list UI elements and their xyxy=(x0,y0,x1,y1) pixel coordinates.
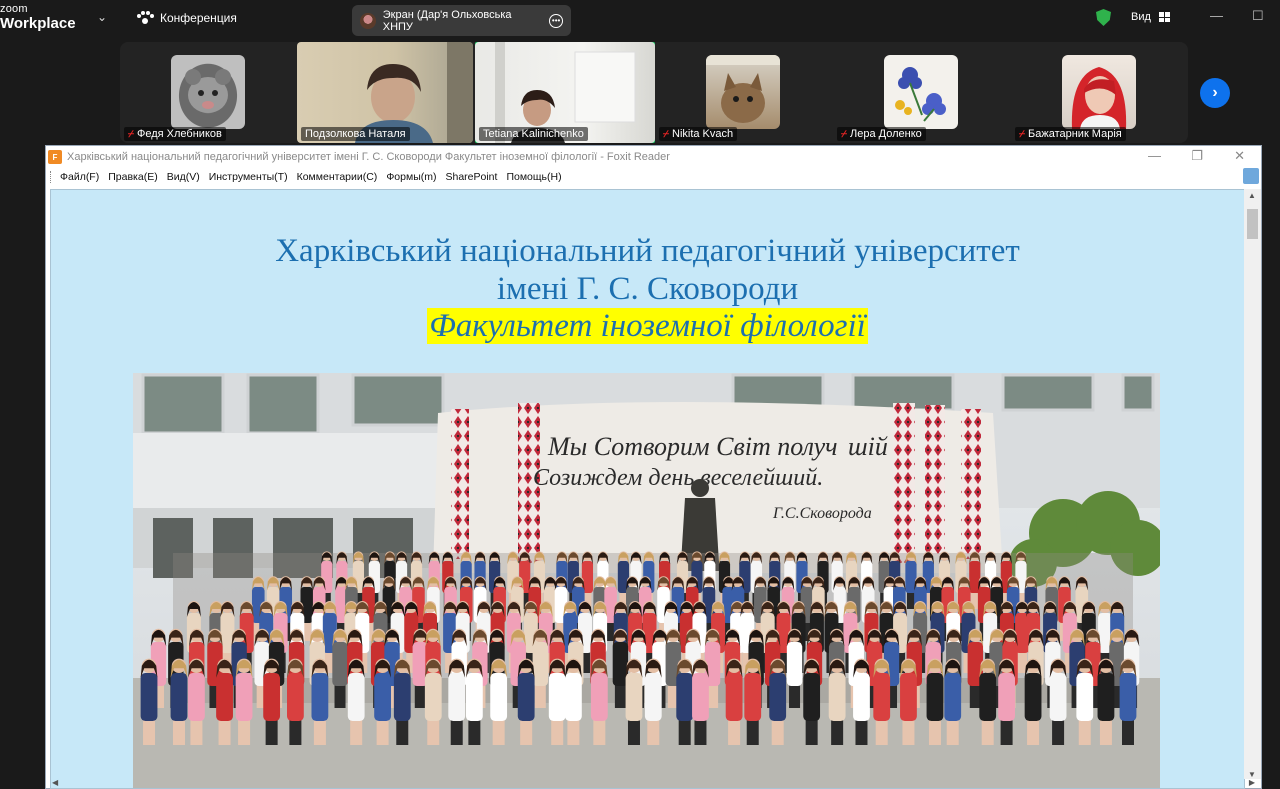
mic-muted-icon: ⌿ xyxy=(841,128,847,140)
grid-view-icon xyxy=(1158,12,1170,22)
participant-tile-active[interactable]: Tetiana Kalinichenko xyxy=(475,42,655,143)
participant-avatar xyxy=(884,55,958,129)
scroll-left-arrow-icon[interactable]: ◀ xyxy=(52,778,58,787)
mic-muted-icon: ⌿ xyxy=(663,128,669,140)
menu-tools[interactable]: Инструменты(T) xyxy=(209,171,288,183)
maximize-icon[interactable]: ☐ xyxy=(1252,8,1264,24)
girl-portrait-picture xyxy=(1071,67,1127,129)
screen-share-pill[interactable]: Экран (Дар'я Ольховська ХНПУ ••• xyxy=(352,5,571,36)
menu-forms[interactable]: Формы(m) xyxy=(386,171,436,183)
foxit-logo-icon: F xyxy=(48,150,62,164)
toolbar-grip xyxy=(50,171,53,183)
participant-name: Федя Хлебников xyxy=(137,128,222,140)
participant-name-tag: ⌿ Федя Хлебников xyxy=(124,127,226,141)
foxit-reader-window: F Харківський національний педагогічний … xyxy=(45,145,1262,789)
mouse-picture xyxy=(185,69,231,113)
participant-name-tag: Tetiana Kalinichenko xyxy=(479,127,588,141)
participant-avatar xyxy=(171,55,245,129)
close-icon[interactable]: ✕ xyxy=(1234,148,1245,164)
participant-name: Бажатарник Марія xyxy=(1028,128,1122,140)
logo-zoom-text: zoom xyxy=(0,3,28,15)
meeting-info-button[interactable]: Конференция xyxy=(136,11,237,25)
participant-name-tag: Подзолкова Наталя xyxy=(301,127,410,141)
doc-title-line-2: імені Г. С. Сковороди xyxy=(496,271,799,307)
screen-share-label: Экран (Дар'я Ольховська ХНПУ xyxy=(382,8,512,33)
group-photo-picture: Мы Сотворим Свiт получ шiй Созиждем день… xyxy=(133,373,1160,788)
presenter-avatar xyxy=(360,12,376,29)
foxit-titlebar: F Харківський національний педагогічний … xyxy=(46,146,1261,168)
flowers-picture xyxy=(895,67,946,122)
menu-view[interactable]: Вид(V) xyxy=(167,171,200,183)
participant-tile[interactable]: ⌿ Лера Доленко xyxy=(833,42,1009,143)
participant-name-tag: ⌿ Бажатарник Марія xyxy=(1015,127,1126,141)
restore-icon[interactable]: ❐ xyxy=(1191,148,1203,164)
foxit-menubar: Файл(F) Правка(E) Вид(V) Инструменты(T) … xyxy=(46,168,1261,186)
inscription-line-2: Созиждем день веселейший. xyxy=(533,465,823,491)
inscription-line-1b: шiй xyxy=(848,432,888,461)
participant-tile[interactable]: Подзолкова Наталя xyxy=(297,42,473,143)
university-group-photo: Мы Сотворим Свiт получ шiй Созиждем день… xyxy=(133,373,1160,788)
pdf-page: Харківський національний педагогічний ун… xyxy=(50,189,1245,789)
doc-title-line-3: Факультет іноземної філології xyxy=(51,308,1244,345)
zoom-topbar: zoom Workplace ⌄ Конференция Экран (Дар'… xyxy=(0,0,1280,38)
mic-muted-icon: ⌿ xyxy=(128,128,134,140)
logo-workplace-text: Workplace xyxy=(0,15,76,32)
inscription-line-1: Мы Сотворим Свiт получ xyxy=(547,432,838,461)
participant-name: Nikita Kvach xyxy=(672,128,734,140)
vertical-scrollbar[interactable]: ▲ ▼ xyxy=(1244,189,1261,779)
participant-name: Лера Доленко xyxy=(850,128,922,140)
participant-name-tag: ⌿ Nikita Kvach xyxy=(659,127,738,141)
security-shield-icon[interactable] xyxy=(1096,9,1111,26)
meeting-label: Конференция xyxy=(160,11,237,25)
faculty-highlight: Факультет іноземної філології xyxy=(427,308,868,344)
doc-title-line-1: Харківський національний педагогічний ун… xyxy=(275,233,1020,269)
view-button[interactable]: Вид xyxy=(1131,11,1170,23)
menu-file[interactable]: Файл(F) xyxy=(60,171,99,183)
minimize-icon[interactable]: — xyxy=(1148,148,1161,163)
participant-tile[interactable]: ⌿ Nikita Kvach xyxy=(655,42,831,143)
toolbar-options-icon[interactable] xyxy=(1243,168,1259,184)
paw-icon xyxy=(136,11,154,25)
foxit-window-title: Харківський національний педагогічний ун… xyxy=(67,151,670,163)
inscription-signature: Г.С.Сковорода xyxy=(772,505,872,522)
view-label: Вид xyxy=(1131,11,1151,23)
mic-muted-icon: ⌿ xyxy=(1019,128,1025,140)
next-page-arrow-icon[interactable]: › xyxy=(1200,78,1230,108)
scroll-thumb[interactable] xyxy=(1247,209,1258,239)
menu-help[interactable]: Помощь(H) xyxy=(506,171,561,183)
chevron-down-icon[interactable]: ⌄ xyxy=(97,10,107,24)
participant-name: Tetiana Kalinichenko xyxy=(483,128,584,140)
menu-comments[interactable]: Комментарии(C) xyxy=(297,171,378,183)
participant-tile[interactable]: ⌿ Бажатарник Марія xyxy=(1011,42,1187,143)
minimize-icon[interactable]: — xyxy=(1210,8,1223,23)
scroll-up-arrow-icon[interactable]: ▲ xyxy=(1248,191,1256,200)
zoom-logo: zoom Workplace xyxy=(0,3,76,32)
participant-avatar xyxy=(1062,55,1136,129)
participant-strip: ⌿ Федя Хлебников Подзолкова Наталя Tetia… xyxy=(120,42,1188,143)
more-options-icon[interactable]: ••• xyxy=(549,13,563,28)
participant-name-tag: ⌿ Лера Доленко xyxy=(837,127,926,141)
scroll-right-arrow-icon[interactable]: ▶ xyxy=(1249,778,1255,787)
menu-edit[interactable]: Правка(E) xyxy=(108,171,157,183)
participant-name: Подзолкова Наталя xyxy=(305,128,406,140)
participant-avatar xyxy=(706,55,780,129)
menu-sharepoint[interactable]: SharePoint xyxy=(445,171,497,183)
cat-picture xyxy=(706,55,780,123)
participant-tile[interactable]: ⌿ Федя Хлебников xyxy=(120,42,296,143)
